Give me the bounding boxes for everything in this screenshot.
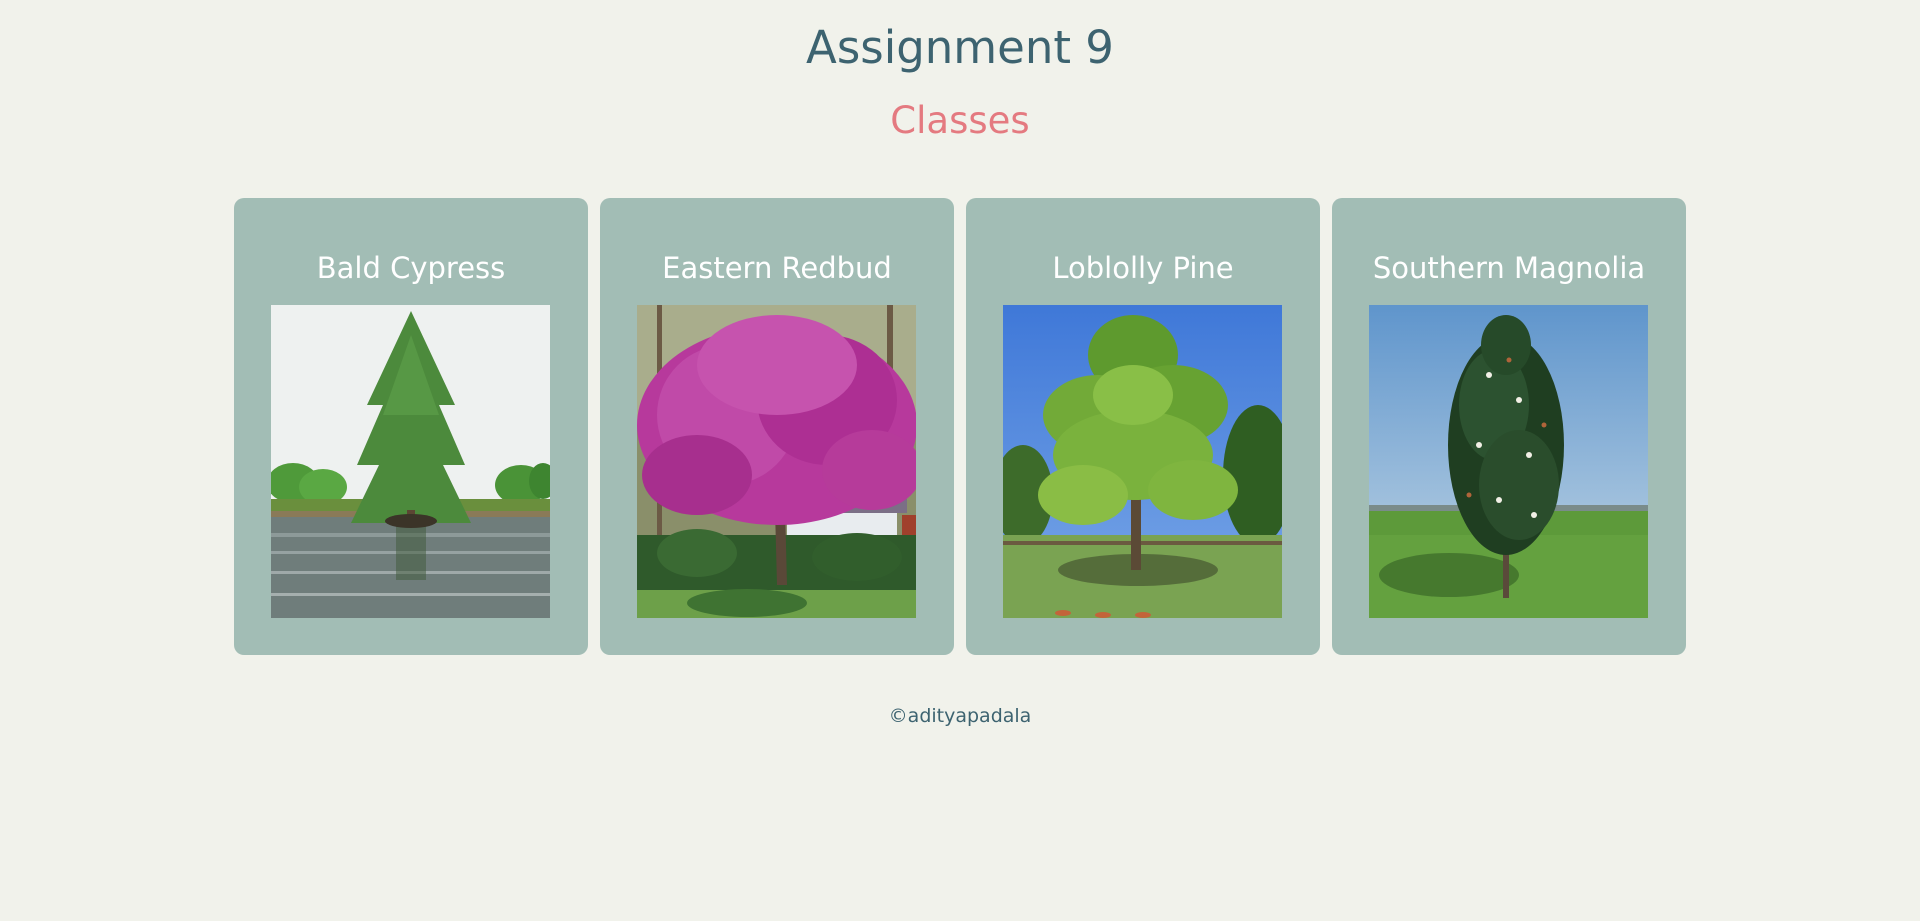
card-title: Eastern Redbud	[662, 251, 892, 285]
card-loblolly-pine: Loblolly Pine	[966, 198, 1320, 655]
page-subtitle: Classes	[890, 99, 1030, 142]
card-eastern-redbud: Eastern Redbud	[600, 198, 954, 655]
southern-magnolia-image	[1369, 305, 1648, 618]
card-bald-cypress: Bald Cypress	[234, 198, 588, 655]
eastern-redbud-image	[637, 305, 916, 618]
card-grid: Bald Cypress Eastern Redbud Loblolly Pin…	[234, 198, 1686, 655]
card-southern-magnolia: Southern Magnolia	[1332, 198, 1686, 655]
card-title: Bald Cypress	[316, 251, 506, 285]
loblolly-pine-image	[1003, 305, 1282, 618]
page-title: Assignment 9	[806, 21, 1114, 74]
bald-cypress-image	[271, 305, 550, 618]
footer-copyright: ©adityapadala	[888, 705, 1032, 727]
card-title: Loblolly Pine	[1052, 251, 1234, 285]
card-title: Southern Magnolia	[1372, 251, 1646, 285]
